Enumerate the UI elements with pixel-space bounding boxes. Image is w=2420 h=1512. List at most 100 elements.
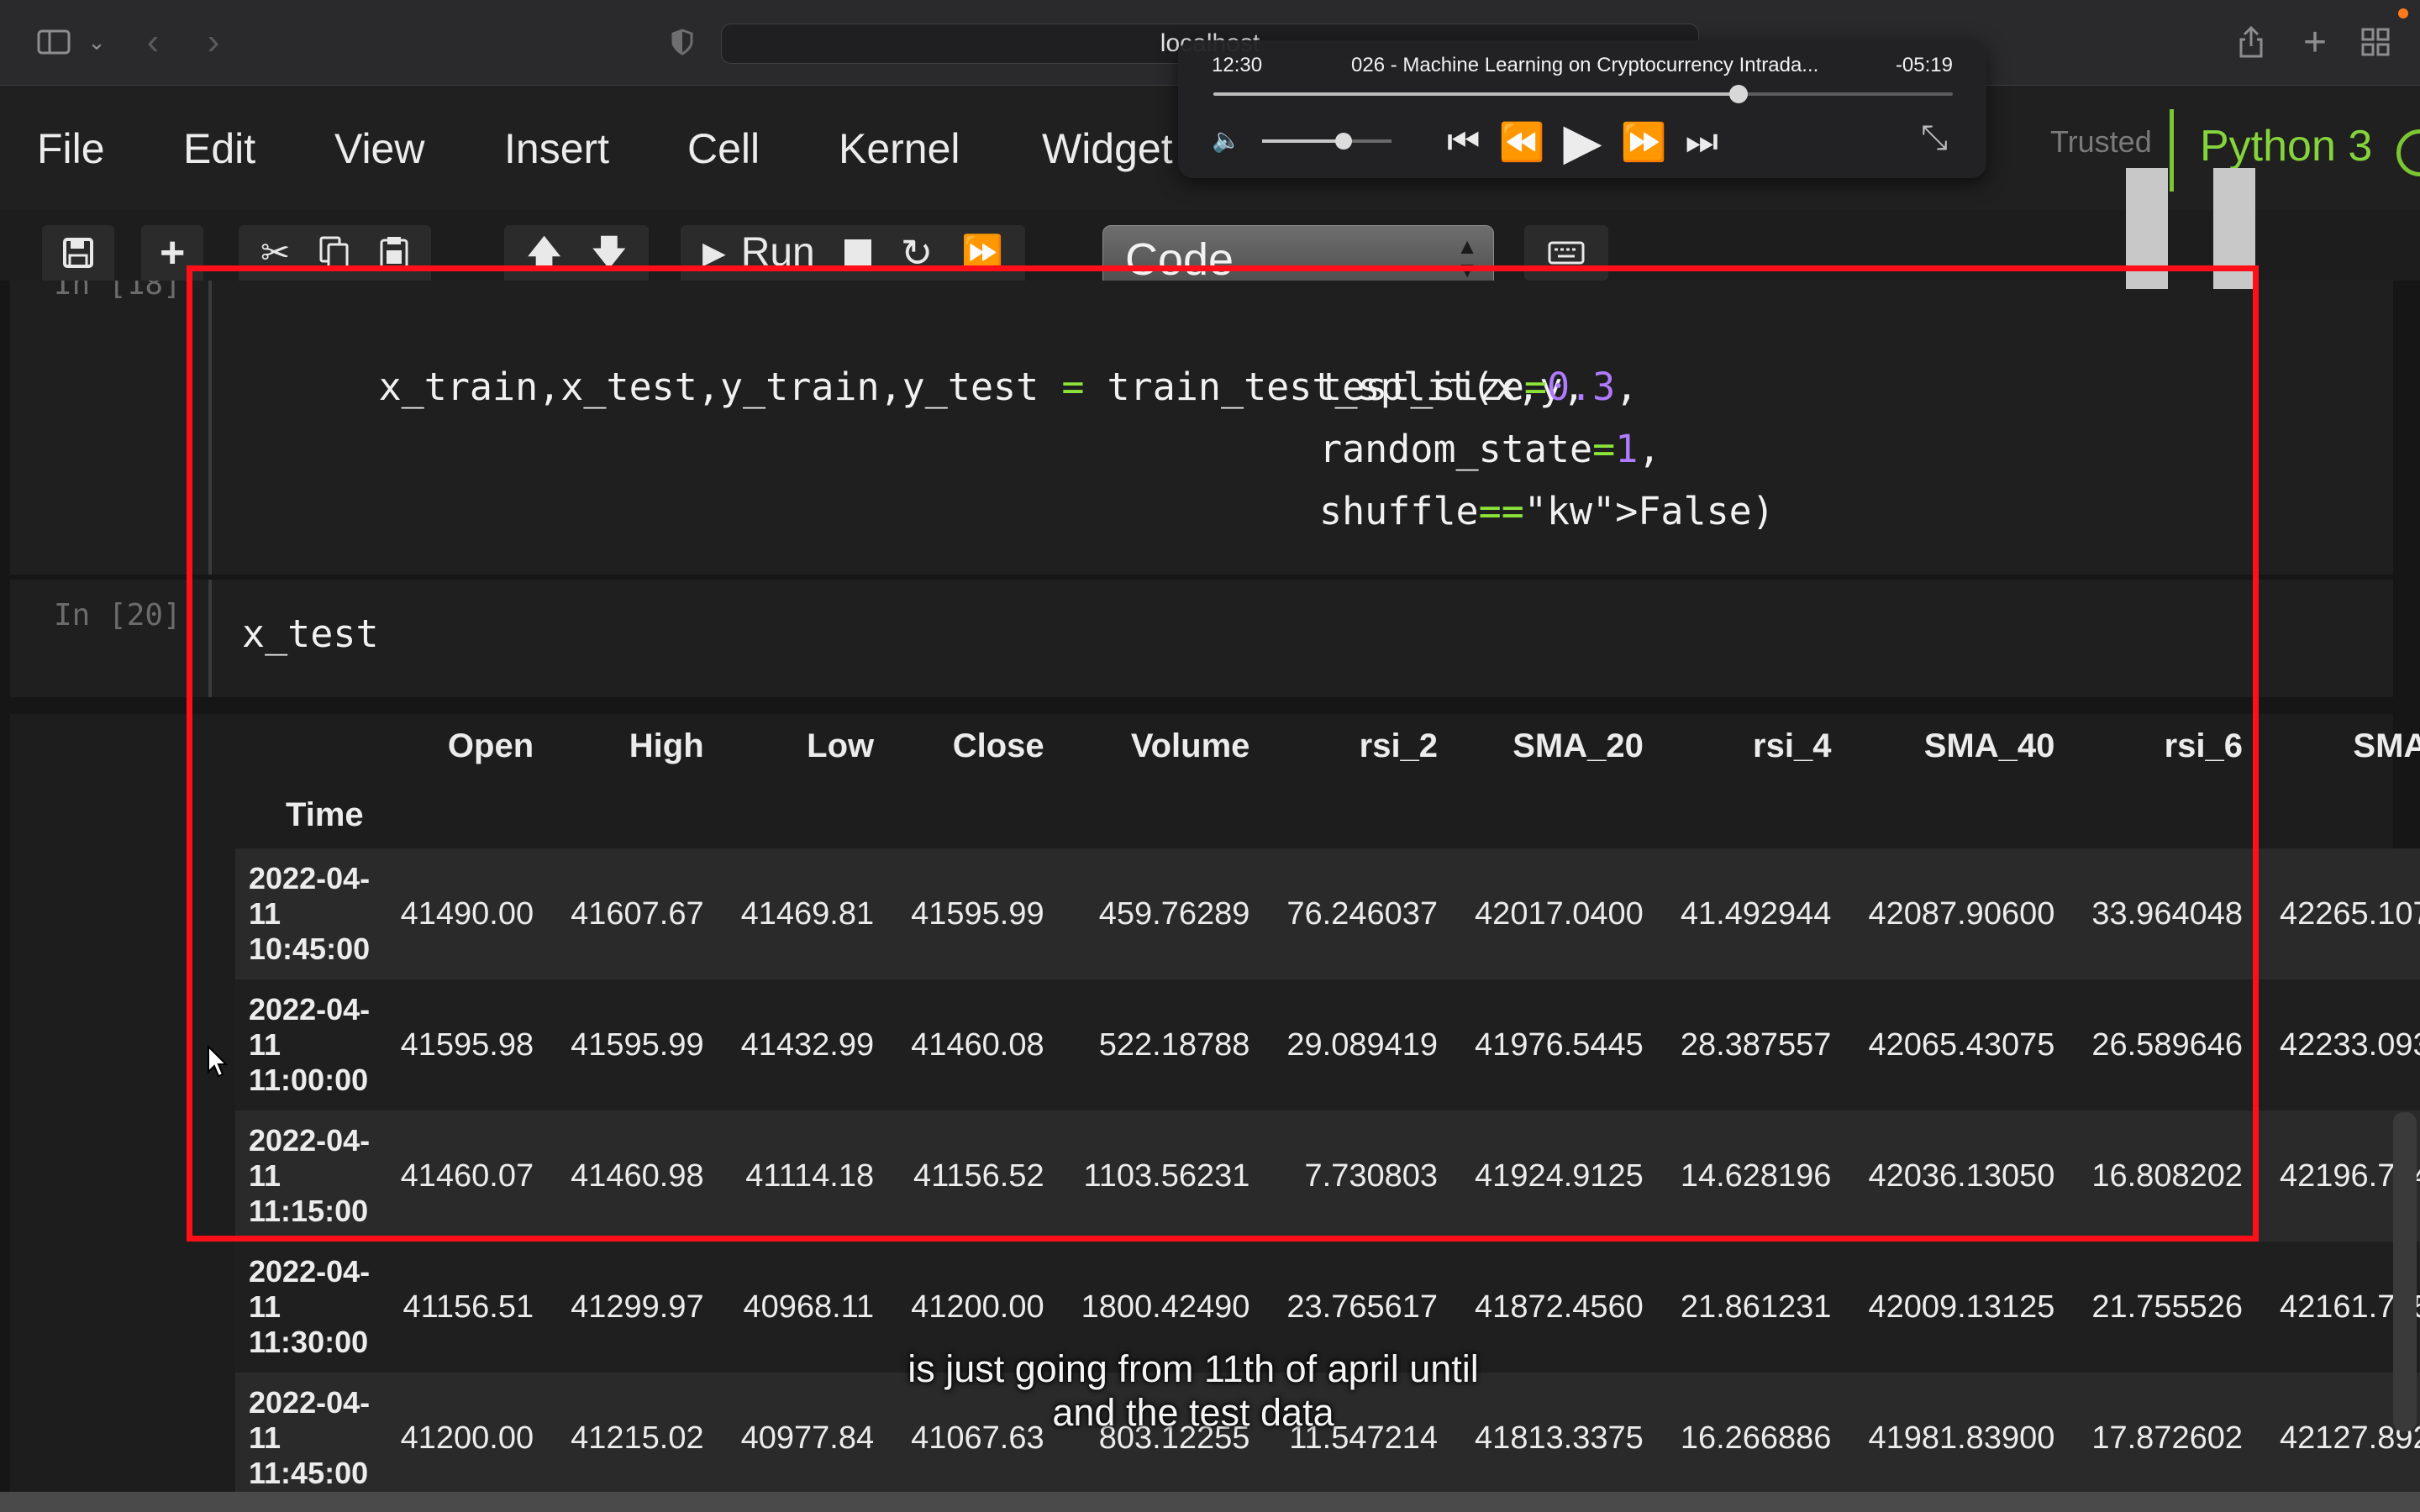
cut-icon[interactable]: ✂: [260, 235, 290, 270]
mouse-cursor-icon: [207, 1044, 229, 1087]
move-up-icon[interactable]: 🡅: [526, 235, 562, 270]
stop-icon[interactable]: [844, 239, 872, 267]
edit-group: ✂: [239, 225, 432, 281]
skip-back-icon[interactable]: ⏮: [1447, 121, 1481, 163]
kernel-status-icon: [2396, 129, 2420, 176]
column-header: SMA_60: [2353, 727, 2420, 764]
menu-view[interactable]: View: [334, 124, 424, 173]
paste-icon[interactable]: [379, 235, 409, 270]
menu-widgets[interactable]: Widget: [1042, 124, 1173, 173]
menu-kernel[interactable]: Kernel: [839, 124, 960, 173]
share-icon[interactable]: [2230, 18, 2272, 66]
table-row: 2022-04- 11 11:15:00 41460.07 41460.98 41114.…: [235, 1110, 2420, 1242]
column-header: SMA_20: [1512, 727, 1644, 764]
cell-prompt: In [20]: [54, 598, 182, 633]
play-icon: ▶: [702, 235, 726, 270]
volume-knob[interactable]: [1335, 133, 1353, 150]
column-header: High: [629, 727, 704, 764]
forward-icon[interactable]: ›: [195, 18, 232, 66]
row-index-part: 11:00:00: [249, 1063, 369, 1097]
shield-icon[interactable]: [664, 18, 701, 66]
menu-insert[interactable]: Insert: [504, 124, 609, 173]
progress-knob[interactable]: [1728, 85, 1748, 103]
row-index-part: 11: [249, 1289, 281, 1324]
save-icon[interactable]: [62, 237, 94, 269]
table-cell: 33.964048: [2091, 895, 2243, 932]
table-cell: 42087.90600: [1868, 895, 2055, 932]
table-cell: 41432.99: [740, 1026, 875, 1063]
table-cell: 42065.43075: [1868, 1026, 2055, 1063]
table-cell: 28.387557: [1680, 1026, 1832, 1063]
table-cell: 41156.52: [913, 1158, 1044, 1194]
code-line: x_test: [242, 603, 379, 665]
skip-forward-icon[interactable]: ⏭: [1685, 121, 1718, 163]
column-header: Low: [807, 727, 875, 764]
menu-file[interactable]: File: [37, 124, 105, 173]
kernel-divider: [2170, 109, 2174, 192]
code-line-4: shuffle=="kw">False): [1319, 489, 1775, 533]
row-index-part: 11: [249, 1158, 281, 1193]
table-cell: 41114.18: [745, 1158, 875, 1194]
row-index: 2022-04- 11 11:45:00: [235, 1373, 382, 1504]
sidebar-icon[interactable]: [30, 18, 77, 66]
table-cell: 42017.0400: [1475, 895, 1644, 932]
row-index-part: 11: [249, 1027, 281, 1062]
row-index: 2022-04- 11 11:15:00: [235, 1110, 382, 1242]
rewind-icon[interactable]: ⏪: [1499, 120, 1545, 164]
table-cell: 14.628196: [1680, 1158, 1832, 1194]
run-button[interactable]: ▶ Run: [702, 233, 815, 273]
tab-overview-icon[interactable]: [2354, 18, 2396, 66]
row-index-part: 11: [249, 896, 281, 931]
table-cell: 41981.83900: [1868, 1420, 2055, 1456]
menu-cell[interactable]: Cell: [687, 124, 760, 173]
video-subtitle: is just going from 11th of april until a…: [756, 1347, 1630, 1435]
collapse-icon[interactable]: ⤡: [1921, 119, 1948, 157]
trusted-indicator[interactable]: Trusted: [2050, 124, 2152, 160]
code-cell[interactable]: In [18] x_train,x_test,y_train,y_test = …: [10, 281, 2393, 575]
table-cell: 1103.56231: [1083, 1158, 1250, 1194]
table-cell: 17.872602: [2091, 1420, 2243, 1456]
row-index-part: 10:45:00: [249, 932, 371, 966]
fast-forward-icon[interactable]: ⏩: [961, 236, 1003, 270]
plus-icon[interactable]: +: [160, 231, 185, 275]
index-name: Time: [286, 795, 364, 833]
column-header: rsi_4: [1753, 727, 1832, 764]
volume-icon[interactable]: 🔈: [1212, 126, 1241, 154]
copy-icon[interactable]: [318, 235, 350, 270]
restart-icon[interactable]: ↻: [901, 234, 934, 272]
table-cell: 41460.98: [571, 1158, 704, 1194]
play-icon[interactable]: ▶: [1563, 113, 1602, 171]
table-row: 2022-04- 11 11:00:00 41595.98 41595.99 41432.…: [235, 979, 2420, 1110]
table-cell: 41924.9125: [1475, 1158, 1644, 1194]
kernel-name[interactable]: Python 3: [2200, 121, 2372, 171]
index-header-row: Time: [235, 781, 2420, 848]
corner-cell: [235, 711, 382, 781]
move-group: 🡅 🡇: [504, 225, 650, 281]
subtitle-line-1: is just going from 11th of april until: [908, 1347, 1479, 1390]
menu-edit[interactable]: Edit: [183, 124, 255, 173]
keyboard-icon[interactable]: [1524, 225, 1608, 281]
fast-forward-icon[interactable]: ⏩: [1621, 120, 1667, 164]
volume-fill: [1262, 139, 1344, 143]
column-header: Open: [447, 727, 534, 764]
insert-group: +: [141, 225, 204, 281]
back-icon[interactable]: ‹: [134, 18, 171, 66]
new-tab-icon[interactable]: +: [2294, 18, 2336, 66]
row-index-part: 11:15:00: [249, 1194, 369, 1228]
chevron-down-icon[interactable]: ⌄: [84, 18, 109, 66]
media-title: 026 - Machine Learning on Cryptocurrency…: [1351, 54, 1819, 76]
table-header-row: Open High Low Close Volume rsi_2 SMA_20 …: [235, 711, 2420, 781]
horizontal-scrollbar[interactable]: [0, 1492, 2420, 1512]
move-down-icon[interactable]: 🡇: [591, 235, 627, 270]
table-cell: 41490.00: [400, 895, 534, 932]
progress-fill: [1213, 92, 1739, 96]
table-cell: 26.589646: [2091, 1026, 2243, 1063]
code-line: shuffle=="kw">False): [1319, 480, 1775, 543]
column-header: rsi_6: [2164, 727, 2243, 764]
media-mini-player[interactable]: 12:30 026 - Machine Learning on Cryptocu…: [1178, 40, 1986, 178]
column-header: Close: [952, 727, 1044, 764]
progress-track[interactable]: [1213, 85, 1953, 103]
table-cell: 522.18788: [1098, 1026, 1250, 1063]
vertical-scrollbar[interactable]: [2393, 1112, 2417, 1431]
volume-slider[interactable]: [1262, 133, 1392, 150]
